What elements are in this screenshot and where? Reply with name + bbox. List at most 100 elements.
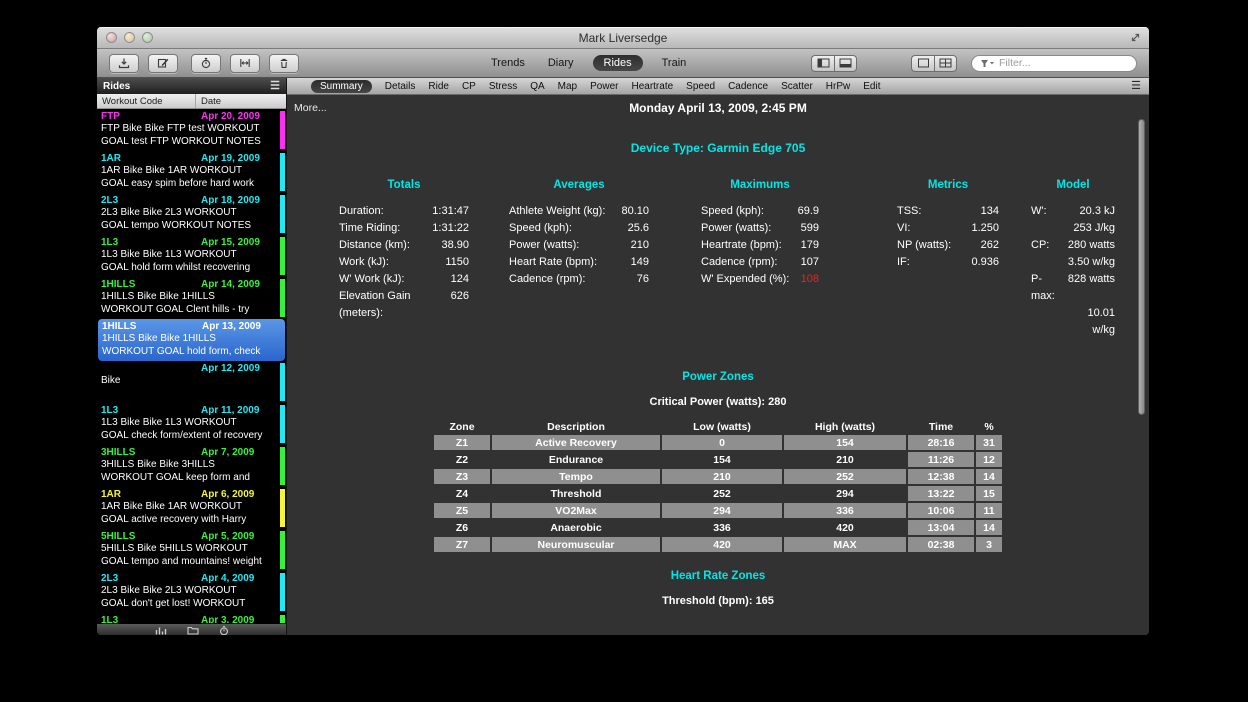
main-tab-diary[interactable]: Diary	[544, 56, 578, 70]
ride-color-stripe	[280, 237, 285, 275]
main-scrollbar[interactable]	[1138, 119, 1145, 415]
more-link[interactable]: More...	[294, 102, 327, 114]
metric-row: Work (kJ):1150	[339, 254, 469, 271]
ride-desc: WORKOUT GOAL Clent hills - try	[101, 304, 276, 317]
chart-icon[interactable]	[155, 626, 167, 635]
toggle-lowbar-button[interactable]	[834, 55, 857, 72]
zone-cell-time: 10:06	[908, 503, 974, 518]
sidebar-menu-icon[interactable]: ☰	[270, 81, 280, 92]
zone-cell-low: 0	[662, 435, 782, 450]
metric-value: 20.3 kJ	[1063, 203, 1115, 220]
zone-column-header: Low (watts)	[662, 420, 782, 433]
ride-list-item[interactable]: 1L3Apr 3, 2009	[97, 613, 286, 623]
zone-column-header: High (watts)	[784, 420, 906, 433]
close-window-button[interactable]	[106, 32, 117, 43]
toggle-sidebar-button[interactable]	[811, 55, 834, 72]
column-date[interactable]: Date	[196, 96, 221, 107]
zone-cell-low: 252	[662, 486, 782, 501]
ride-desc: 1HILLS Bike Bike 1HILLS	[102, 333, 275, 346]
tiled-view-button[interactable]	[934, 55, 957, 72]
main-tab-trends[interactable]: Trends	[487, 56, 529, 70]
ride-date: Apr 14, 2009	[201, 279, 260, 291]
single-view-button[interactable]	[911, 55, 934, 72]
compose-icon	[157, 57, 169, 69]
ride-list-item[interactable]: 3HILLSApr 7, 20093HILLS Bike Bike 3HILLS…	[97, 445, 286, 487]
sidebar-title: Rides	[103, 81, 130, 92]
section-header-totals: Totals	[339, 179, 469, 191]
metric-label: Heart Rate (bpm):	[509, 254, 597, 271]
intervals-button[interactable]	[230, 54, 260, 73]
zone-cell-zone: Z3	[434, 469, 490, 484]
main-view: Summary Details Ride CP Stress QA Map Power Hear…	[287, 78, 1149, 636]
ride-list-item[interactable]: Apr 12, 2009Bike	[97, 361, 286, 403]
ride-list-item[interactable]: 1HILLSApr 14, 20091HILLS Bike Bike 1HILL…	[97, 277, 286, 319]
zone-cell-low: 210	[662, 469, 782, 484]
ride-row-head: 2L3Apr 18, 2009	[101, 195, 276, 207]
metric-row: 3.50 w/kg	[1031, 254, 1115, 271]
tab-details[interactable]: Details	[385, 81, 416, 92]
minimize-window-button[interactable]	[124, 32, 135, 43]
tab-qa[interactable]: QA	[530, 81, 544, 92]
metric-label: Speed (kph):	[509, 220, 572, 237]
tab-speed[interactable]: Speed	[686, 81, 715, 92]
ride-tabbar-menu-icon[interactable]: ☰	[1131, 81, 1141, 92]
ride-desc: 1AR Bike Bike 1AR WORKOUT	[101, 501, 276, 514]
ride-code: 2L3	[101, 195, 201, 207]
ride-list-item[interactable]: 1ARApr 6, 20091AR Bike Bike 1AR WORKOUTG…	[97, 487, 286, 529]
clock-icon[interactable]	[219, 626, 229, 636]
tab-map[interactable]: Map	[558, 81, 577, 92]
ride-tabbar: Summary Details Ride CP Stress QA Map Power Hear…	[287, 78, 1149, 95]
ride-date: Apr 12, 2009	[201, 363, 260, 375]
ride-list-item[interactable]: 1L3Apr 15, 20091L3 Bike Bike 1L3 WORKOUT…	[97, 235, 286, 277]
ride-list-item[interactable]: 1HILLSApr 13, 20091HILLS Bike Bike 1HILL…	[98, 319, 285, 361]
tab-scatter[interactable]: Scatter	[781, 81, 813, 92]
ride-list-item[interactable]: 1ARApr 19, 20091AR Bike Bike 1AR WORKOUT…	[97, 151, 286, 193]
zone-column-header: %	[976, 420, 1002, 433]
power-zones-header-row: ZoneDescriptionLow (watts)High (watts)Ti…	[434, 420, 1002, 433]
stopwatch-button[interactable]	[191, 54, 221, 73]
ride-list-item[interactable]: 1L3Apr 11, 20091L3 Bike Bike 1L3 WORKOUT…	[97, 403, 286, 445]
tab-cadence[interactable]: Cadence	[728, 81, 768, 92]
ride-desc: GOAL active recovery with Harry	[101, 514, 276, 527]
metric-label: W' Expended (%):	[701, 271, 789, 288]
ride-desc: GOAL tempo and mountains! weight	[101, 556, 276, 569]
download-icon	[118, 57, 130, 69]
titlebar: Mark Liversedge	[97, 27, 1149, 49]
folder-icon[interactable]	[187, 626, 199, 635]
expand-icon[interactable]	[1130, 32, 1141, 43]
hr-zones-header: Heart Rate Zones	[287, 570, 1149, 582]
metric-value: 0.936	[971, 254, 999, 271]
tab-hrpw[interactable]: HrPw	[826, 81, 850, 92]
metric-row: P-max:828 watts	[1031, 271, 1115, 305]
hr-zones-subtitle: Threshold (bpm): 165	[287, 595, 1149, 607]
tab-cp[interactable]: CP	[462, 81, 476, 92]
ride-list-item[interactable]: FTPApr 20, 2009FTP Bike Bike FTP test WO…	[97, 109, 286, 151]
save-button[interactable]	[109, 54, 139, 73]
ride-desc: 3HILLS Bike Bike 3HILLS	[101, 459, 276, 472]
edit-button[interactable]	[148, 54, 178, 73]
tab-edit[interactable]: Edit	[863, 81, 880, 92]
delete-button[interactable]	[269, 54, 299, 73]
metric-label: Distance (km):	[339, 237, 410, 254]
ride-code: 1L3	[101, 615, 201, 623]
column-workout-code[interactable]: Workout Code	[97, 94, 196, 108]
tab-heartrate[interactable]: Heartrate	[631, 81, 673, 92]
zone-cell-high: 252	[784, 469, 906, 484]
tab-summary[interactable]: Summary	[311, 80, 372, 93]
ride-desc: WORKOUT GOAL keep form and	[101, 472, 276, 485]
filter-input[interactable]	[999, 57, 1128, 69]
tab-ride[interactable]: Ride	[428, 81, 449, 92]
ride-list-item[interactable]: 2L3Apr 18, 20092L3 Bike Bike 2L3 WORKOUT…	[97, 193, 286, 235]
ride-desc: WORKOUT GOAL hold form, check	[102, 346, 275, 359]
zone-cell-time: 13:04	[908, 520, 974, 535]
tab-power[interactable]: Power	[590, 81, 618, 92]
ride-list-item[interactable]: 2L3Apr 4, 20092L3 Bike Bike 2L3 WORKOUTG…	[97, 571, 286, 613]
tab-stress[interactable]: Stress	[489, 81, 517, 92]
main-tab-train[interactable]: Train	[658, 56, 691, 70]
metric-value: 179	[801, 237, 819, 254]
ride-date: Apr 7, 2009	[201, 447, 254, 459]
main-tab-rides[interactable]: Rides	[593, 55, 643, 71]
metric-row: NP (watts):262	[897, 237, 999, 254]
ride-list-item[interactable]: 5HILLSApr 5, 20095HILLS Bike 5HILLS WORK…	[97, 529, 286, 571]
zoom-window-button[interactable]	[142, 32, 153, 43]
